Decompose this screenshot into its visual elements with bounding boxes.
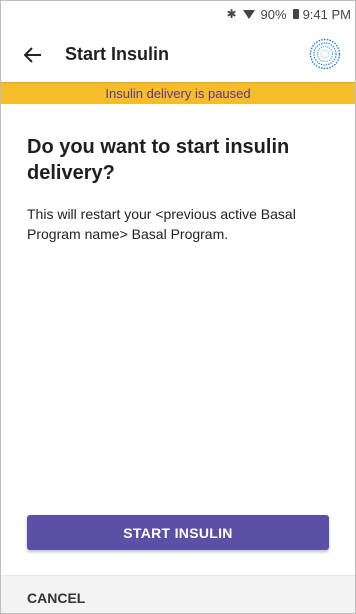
paused-banner: Insulin delivery is paused (1, 82, 355, 104)
battery-percent: 90% (260, 6, 287, 22)
phone-screen: ✱ 90% 9:41 PM Start Insulin Insulin deli… (0, 0, 356, 614)
back-arrow-icon[interactable] (21, 43, 45, 67)
cancel-button[interactable]: CANCEL (27, 590, 85, 606)
pod-status-icon[interactable] (309, 38, 341, 70)
clock: 9:41 PM (302, 6, 351, 22)
bluetooth-icon: ✱ (226, 7, 237, 21)
start-insulin-button[interactable]: START INSULIN (27, 515, 329, 550)
footer-bar: CANCEL (1, 575, 355, 613)
wifi-icon (242, 9, 255, 19)
page-title: Start Insulin (65, 44, 170, 64)
dialog-heading: Do you want to start insulin delivery? (27, 136, 290, 184)
status-bar: ✱ 90% 9:41 PM (1, 1, 355, 27)
dialog-body: This will restart your <previous active … (27, 206, 296, 242)
battery-icon (292, 9, 299, 19)
main-content: Do you want to start insulin delivery? T… (1, 134, 355, 244)
app-bar: Start Insulin (1, 27, 355, 82)
